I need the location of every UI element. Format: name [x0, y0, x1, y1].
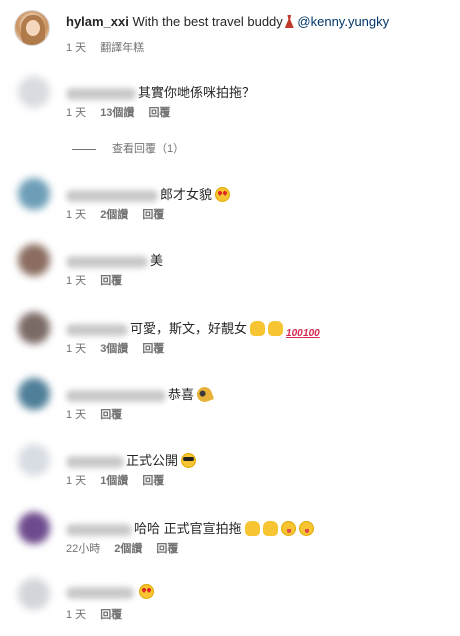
reply-button[interactable]: 回覆 — [142, 475, 164, 487]
blurred-username[interactable] — [66, 323, 128, 336]
reply-button[interactable]: 回覆 — [100, 275, 122, 287]
comment-item: 可愛，斯文，好靚女 100100 1 天 3個讚 回覆 — [14, 312, 454, 362]
comment-meta: 1 天 13個讚 回覆 — [66, 104, 184, 120]
comment-item: 1 天 回覆 — [14, 578, 454, 628]
comment-text: 哈哈 正式官宣拍拖 — [134, 521, 242, 536]
reply-button[interactable]: 回覆 — [100, 609, 122, 621]
comment-likes[interactable]: 13個讚 — [100, 107, 134, 119]
reply-button[interactable]: 回覆 — [156, 543, 178, 555]
comment-text: 郎才女貌 — [160, 187, 213, 202]
commenter-avatar[interactable] — [18, 578, 50, 610]
comment-line: 哈哈 正式官宣拍拖 — [66, 518, 314, 537]
caption-mention[interactable]: @kenny.yungky — [297, 14, 389, 29]
reply-button[interactable]: 回覆 — [142, 209, 164, 221]
reply-button[interactable]: 回覆 — [148, 107, 170, 119]
cool-emoji-icon — [181, 453, 197, 468]
commenter-avatar[interactable] — [18, 512, 50, 544]
comment-meta: 1 天 1個讚 回覆 — [66, 472, 178, 488]
caption-username[interactable]: hylam_xxi — [66, 14, 129, 29]
commenter-avatar[interactable] — [18, 444, 50, 476]
tongue-emoji-icon — [298, 521, 314, 536]
party-emoji-icon — [194, 384, 215, 405]
commenter-avatar[interactable] — [18, 378, 50, 410]
comment-line — [66, 584, 154, 599]
clap-emoji-icon — [262, 521, 278, 536]
caption-line: hylam_xxi With the best travel buddy @ke… — [66, 14, 389, 29]
comment-likes[interactable]: 2個讚 — [100, 209, 128, 221]
comment-line: 郎才女貌 — [66, 184, 231, 203]
comment-item: 郎才女貌 1 天 2個讚 回覆 — [14, 178, 454, 228]
post-caption: hylam_xxi With the best travel buddy @ke… — [14, 10, 454, 54]
blurred-username[interactable] — [66, 389, 166, 402]
comment-meta: 1 天 2個讚 回覆 — [66, 206, 178, 222]
comment-item: 哈哈 正式官宣拍拖 22小時 2個讚 回覆 — [14, 512, 454, 562]
comment-line: 恭喜 — [66, 384, 215, 405]
comment-line: 其實你哋係咪拍拖？ — [66, 82, 255, 101]
heart-eyes-emoji-icon — [139, 584, 154, 599]
100-emoji-icon: 100 — [303, 328, 320, 339]
commenter-avatar[interactable] — [18, 178, 50, 210]
blurred-username[interactable] — [66, 523, 132, 536]
comment-line: 美 — [66, 250, 163, 269]
comment-time[interactable]: 22小時 — [66, 543, 100, 555]
caption-avatar[interactable] — [14, 10, 50, 46]
caption-time[interactable]: 1 天 — [66, 42, 86, 54]
dancer-emoji-icon — [284, 15, 294, 28]
heart-eyes-emoji-icon — [215, 187, 231, 202]
blurred-username[interactable] — [66, 455, 124, 468]
comment-text: 正式公開 — [126, 453, 179, 468]
comment-time[interactable]: 1 天 — [66, 275, 86, 287]
commenter-avatar[interactable] — [18, 76, 50, 108]
comment-meta: 1 天 回覆 — [66, 272, 136, 288]
comment-meta: 1 天 3個讚 回覆 — [66, 340, 178, 356]
divider-dash — [72, 148, 96, 150]
comment-text: 恭喜 — [168, 387, 195, 402]
comment-likes[interactable]: 2個讚 — [114, 543, 142, 555]
commenter-avatar[interactable] — [18, 244, 50, 276]
view-replies-link[interactable]: 查看回覆（1） — [72, 140, 184, 156]
comment-time[interactable]: 1 天 — [66, 343, 86, 355]
blurred-username[interactable] — [66, 255, 148, 268]
comment-likes[interactable]: 3個讚 — [100, 343, 128, 355]
comment-text: 可愛，斯文，好靚女 — [130, 321, 248, 336]
comment-time[interactable]: 1 天 — [66, 609, 86, 621]
blurred-username[interactable] — [66, 189, 158, 202]
caption-meta: 1 天 翻譯年糕 — [66, 39, 158, 55]
comment-time[interactable]: 1 天 — [66, 209, 86, 221]
comment-meta: 22小時 2個讚 回覆 — [66, 540, 192, 556]
view-replies-label: 查看回覆（1） — [112, 143, 185, 155]
comment-time[interactable]: 1 天 — [66, 475, 86, 487]
comment-time[interactable]: 1 天 — [66, 107, 86, 119]
100-emoji-icon: 100 — [286, 328, 303, 339]
blurred-username[interactable] — [66, 586, 134, 599]
tongue-emoji-icon — [280, 521, 296, 536]
comment-text: 美 — [150, 253, 164, 268]
clap-emoji-icon — [244, 521, 260, 536]
reply-button[interactable]: 回覆 — [142, 343, 164, 355]
comment-text: 其實你哋係咪拍拖？ — [138, 85, 256, 100]
comment-line: 可愛，斯文，好靚女 100100 — [66, 318, 320, 341]
comment-time[interactable]: 1 天 — [66, 409, 86, 421]
thumbs-emoji-icon — [268, 321, 284, 336]
comment-item: 正式公開 1 天 1個讚 回覆 — [14, 444, 454, 494]
reply-button[interactable]: 回覆 — [100, 409, 122, 421]
comment-meta: 1 天 回覆 — [66, 406, 136, 422]
comment-likes[interactable]: 1個讚 — [100, 475, 128, 487]
comment-item: 恭喜 1 天 回覆 — [14, 378, 454, 428]
comment-line: 正式公開 — [66, 450, 197, 469]
caption-text: With the best travel buddy — [128, 14, 283, 29]
comment-item: 其實你哋係咪拍拖？ 1 天 13個讚 回覆 — [14, 76, 454, 126]
comment-item: 美 1 天 回覆 — [14, 244, 454, 294]
translate-button[interactable]: 翻譯年糕 — [100, 42, 144, 54]
thumbs-emoji-icon — [250, 321, 266, 336]
commenter-avatar[interactable] — [18, 312, 50, 344]
blurred-username[interactable] — [66, 87, 136, 100]
comment-meta: 1 天 回覆 — [66, 606, 136, 622]
